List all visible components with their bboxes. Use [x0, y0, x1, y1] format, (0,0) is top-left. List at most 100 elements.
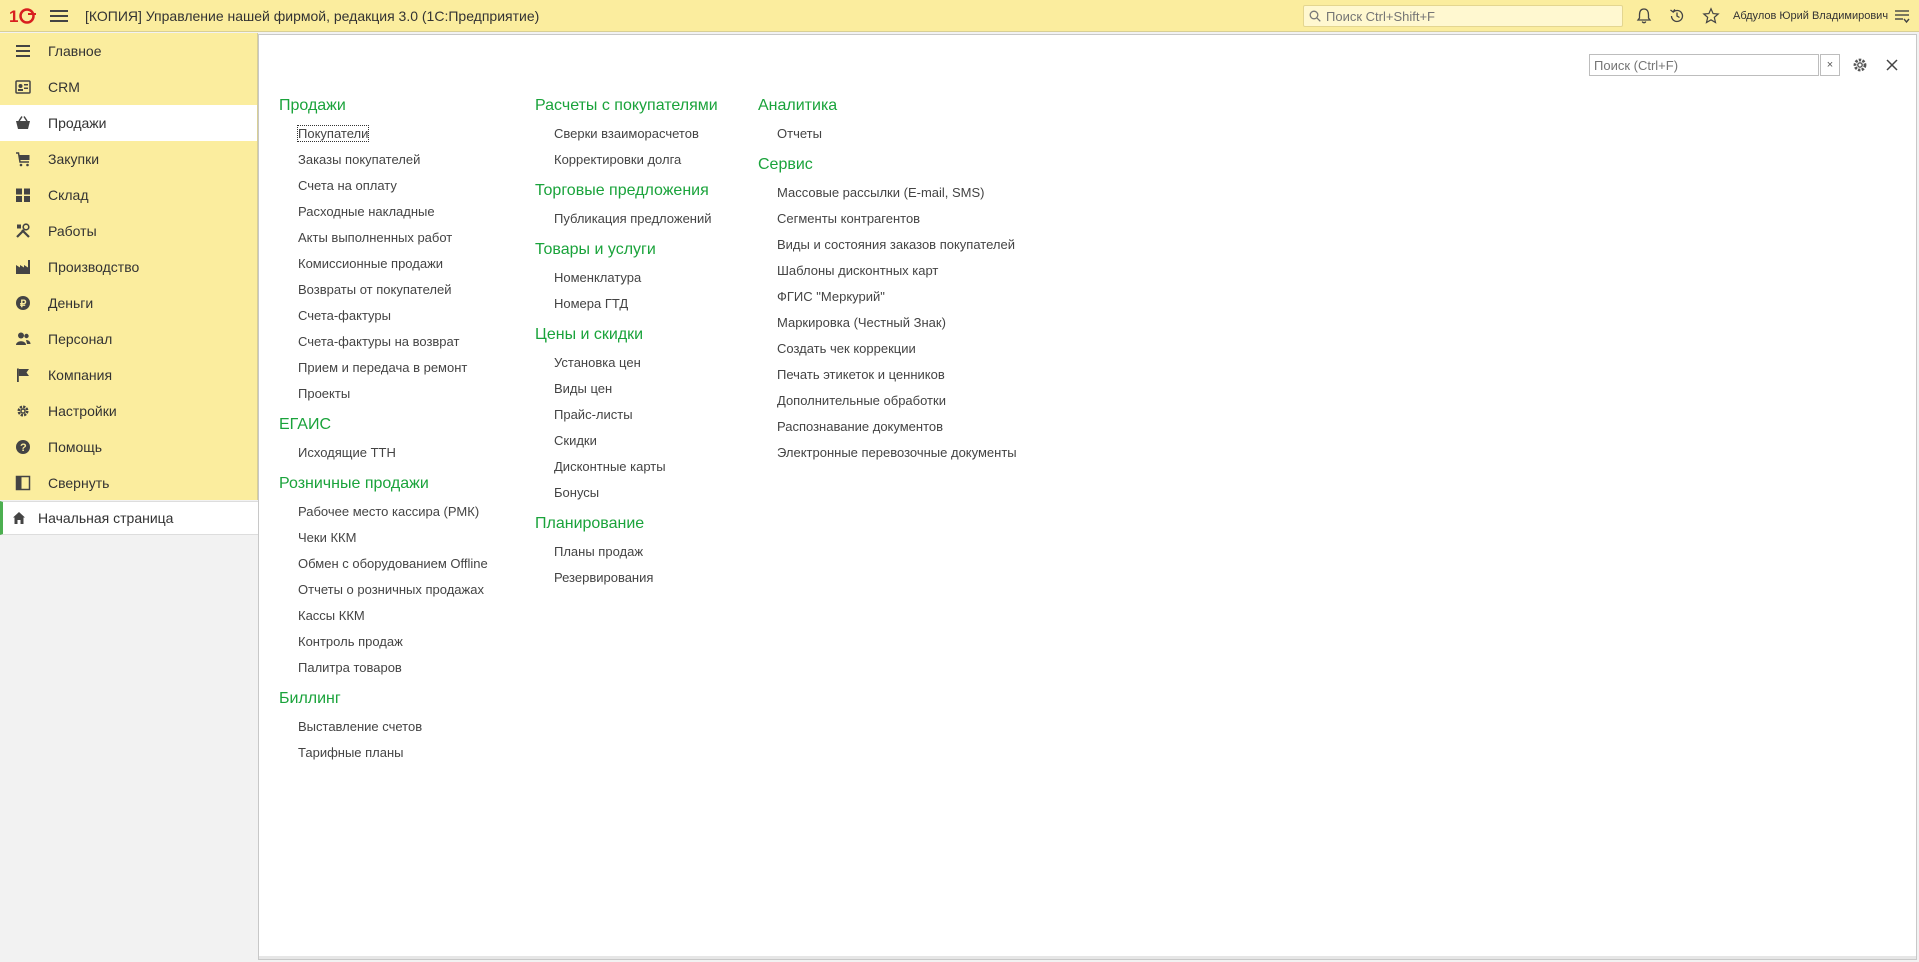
settings-menu-icon[interactable] — [1893, 7, 1911, 25]
sidebar-item-sales[interactable]: Продажи — [0, 105, 257, 141]
menu-link[interactable]: Счета-фактуры на возврат — [279, 329, 488, 355]
menu-link-label: Номенклатура — [554, 270, 642, 285]
panel-search-input[interactable] — [1594, 58, 1814, 73]
sidebar-item-production[interactable]: Производство — [0, 249, 257, 285]
menu-link[interactable]: Прайс-листы — [535, 402, 718, 428]
gear-icon[interactable] — [1851, 56, 1869, 74]
sidebar-item-label: Компания — [48, 367, 113, 383]
menu-link[interactable]: Дисконтные карты — [535, 454, 718, 480]
menu-link[interactable]: Планы продаж — [535, 539, 718, 565]
menu-link-label: Установка цен — [554, 355, 641, 370]
menu-link[interactable]: Прием и передача в ремонт — [279, 355, 488, 381]
sidebar-item-crm[interactable]: CRM — [0, 69, 257, 105]
sidebar-item-purchases[interactable]: Закупки — [0, 141, 257, 177]
menu-link[interactable]: Покупатели — [279, 121, 488, 147]
menu-link[interactable]: Отчеты — [758, 121, 1017, 147]
menu-link-label: Покупатели — [296, 125, 370, 142]
menu-link[interactable]: Комиссионные продажи — [279, 251, 488, 277]
menu-link-label: Печать этикеток и ценников — [777, 367, 945, 382]
menu-link[interactable]: Выставление счетов — [279, 714, 488, 740]
bell-icon[interactable] — [1635, 7, 1653, 25]
sidebar-item-home-page[interactable]: Начальная страница — [0, 501, 258, 535]
menu-link[interactable]: Проекты — [279, 381, 488, 407]
sidebar-item-collapse[interactable]: Свернуть — [0, 465, 257, 501]
menu-link[interactable]: Тарифные планы — [279, 740, 488, 766]
menu-link[interactable]: Номенклатура — [535, 265, 718, 291]
menu-link[interactable]: Распознавание документов — [758, 414, 1017, 440]
menu-link[interactable]: Сверки взаиморасчетов — [535, 121, 718, 147]
sidebar-item-label: Склад — [48, 187, 89, 203]
global-search-input[interactable] — [1324, 7, 1608, 25]
tools-icon — [14, 222, 32, 240]
menu-group: Аналитика Отчеты — [758, 95, 1017, 147]
flag-icon — [14, 366, 32, 384]
menu-link[interactable]: Контроль продаж — [279, 629, 488, 655]
group-title: ЕГАИС — [279, 416, 331, 433]
menu-link[interactable]: Печать этикеток и ценников — [758, 362, 1017, 388]
menu-link[interactable]: Исходящие ТТН — [279, 440, 488, 466]
main-menu-icon[interactable] — [50, 7, 68, 25]
menu-link[interactable]: Обмен с оборудованием Offline — [279, 551, 488, 577]
menu-link[interactable]: Создать чек коррекции — [758, 336, 1017, 362]
menu-link-label: Расходные накладные — [298, 204, 435, 219]
menu-link[interactable]: Шаблоны дисконтных карт — [758, 258, 1017, 284]
menu-link-label: Резервирования — [554, 570, 654, 585]
menu-link[interactable]: Счета на оплату — [279, 173, 488, 199]
menu-link[interactable]: Чеки ККМ — [279, 525, 488, 551]
menu-link[interactable]: Маркировка (Честный Знак) — [758, 310, 1017, 336]
menu-link[interactable]: Расходные накладные — [279, 199, 488, 225]
menu-link[interactable]: Счета-фактуры — [279, 303, 488, 329]
menu-group: Биллинг Выставление счетов Тарифные планы — [279, 688, 488, 766]
close-icon[interactable] — [1884, 57, 1900, 73]
menu-link[interactable]: Массовые рассылки (E-mail, SMS) — [758, 180, 1017, 206]
panel-search-field[interactable] — [1589, 54, 1819, 76]
menu-link[interactable]: Электронные перевозочные документы — [758, 440, 1017, 466]
gear-icon — [14, 402, 32, 420]
menu-link-label: Отчеты о розничных продажах — [298, 582, 484, 597]
menu-link[interactable]: Заказы покупателей — [279, 147, 488, 173]
menu-link[interactable]: Виды и состояния заказов покупателей — [758, 232, 1017, 258]
menu-link-label: Прием и передача в ремонт — [298, 360, 468, 375]
menu-link[interactable]: Палитра товаров — [279, 655, 488, 681]
menu-link[interactable]: Сегменты контрагентов — [758, 206, 1017, 232]
1c-logo-icon[interactable]: 1 — [9, 7, 37, 25]
star-icon[interactable] — [1702, 7, 1720, 25]
sidebar-item-staff[interactable]: Персонал — [0, 321, 257, 357]
sidebar-item-help[interactable]: ? Помощь — [0, 429, 257, 465]
clear-search-button[interactable]: × — [1820, 54, 1840, 76]
menu-link-label: Счета-фактуры на возврат — [298, 334, 460, 349]
menu-link[interactable]: Виды цен — [535, 376, 718, 402]
menu-link[interactable]: Скидки — [535, 428, 718, 454]
section-panel-sales: × Продажи Покупатели Заказы покупателей Сче… — [258, 34, 1917, 960]
menu-link[interactable]: Публикация предложений — [535, 206, 718, 232]
group-title: Сервис — [758, 156, 813, 173]
menu-link[interactable]: Корректировки долга — [535, 147, 718, 173]
history-icon[interactable] — [1668, 7, 1686, 25]
home-page-label: Начальная страница — [38, 510, 174, 526]
menu-link[interactable]: Установка цен — [535, 350, 718, 376]
sidebar-item-warehouse[interactable]: Склад — [0, 177, 257, 213]
menu-link[interactable]: Резервирования — [535, 565, 718, 591]
sidebar-item-money[interactable]: ₽ Деньги — [0, 285, 257, 321]
sidebar-item-main[interactable]: Главное — [0, 33, 257, 69]
menu-link[interactable]: Кассы ККМ — [279, 603, 488, 629]
menu-link-label: Создать чек коррекции — [777, 341, 916, 356]
sidebar-item-company[interactable]: Компания — [0, 357, 257, 393]
menu-link[interactable]: Отчеты о розничных продажах — [279, 577, 488, 603]
home-icon — [13, 512, 25, 524]
sidebar-item-label: Деньги — [48, 295, 94, 311]
menu-link[interactable]: Возвраты от покупателей — [279, 277, 488, 303]
menu-link-label: Сверки взаиморасчетов — [554, 126, 699, 141]
menu-link[interactable]: ФГИС "Меркурий" — [758, 284, 1017, 310]
menu-link[interactable]: Акты выполненных работ — [279, 225, 488, 251]
menu-link[interactable]: Дополнительные обработки — [758, 388, 1017, 414]
sidebar-item-settings[interactable]: Настройки — [0, 393, 257, 429]
sidebar-item-works[interactable]: Работы — [0, 213, 257, 249]
user-name[interactable]: Абдулов Юрий Владимирович — [1733, 10, 1888, 22]
menu-group: Сервис Массовые рассылки (E-mail, SMS) Сег… — [758, 154, 1017, 466]
menu-link[interactable]: Бонусы — [535, 480, 718, 506]
global-search-field[interactable] — [1303, 5, 1623, 27]
menu-link[interactable]: Номера ГТД — [535, 291, 718, 317]
menu-group: Товары и услуги Номенклатура Номера ГТД — [535, 239, 718, 317]
menu-link[interactable]: Рабочее место кассира (РМК) — [279, 499, 488, 525]
